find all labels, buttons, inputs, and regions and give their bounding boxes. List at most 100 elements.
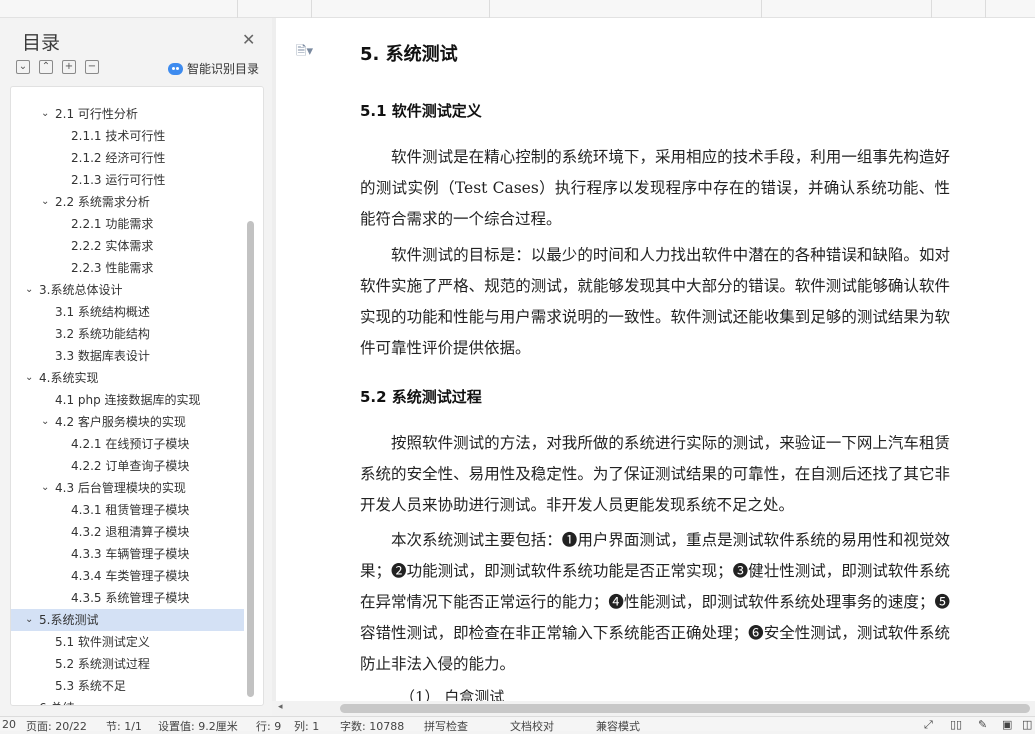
toolbar-segment <box>490 0 762 18</box>
toc-item[interactable]: ⌄ 2.2 系统需求分析 <box>11 191 244 213</box>
toc-item[interactable]: 4.3.4 车类管理子模块 <box>11 565 244 587</box>
subheading: （1） 白盒测试 <box>400 688 505 701</box>
toc-item[interactable]: 4.2.1 在线预订子模块 <box>11 433 244 455</box>
proofread-button[interactable]: 文档校对 <box>510 718 554 734</box>
toc-item-label: 5.2 系统测试过程 <box>55 657 150 671</box>
toc-item-label: 2.1.2 经济可行性 <box>71 151 166 165</box>
expand-all-icon[interactable]: ⌄ <box>16 60 30 74</box>
toc-item-label: 5.1 软件测试定义 <box>55 635 150 649</box>
toc-item[interactable]: 2.1.2 经济可行性 <box>11 147 244 169</box>
toolbar-segment <box>762 0 932 18</box>
toc-item[interactable]: 6.总结 <box>11 697 244 705</box>
heading-section-1: 5.1 软件测试定义 <box>360 102 482 120</box>
toc-item[interactable]: ⌄ 4.系统实现 <box>11 367 244 389</box>
toolbar-segment <box>238 0 312 18</box>
toc-item-label: 2.2.1 功能需求 <box>71 217 154 231</box>
close-icon[interactable]: ✕ <box>242 30 255 49</box>
toc-item-label: 2.1.1 技术可行性 <box>71 129 166 143</box>
chevron-down-icon[interactable]: ⌄ <box>41 477 49 499</box>
chevron-down-icon[interactable]: ⌄ <box>25 279 33 301</box>
page-menu-icon[interactable]: 🗎▾ <box>296 42 313 64</box>
status-item: 20 <box>2 718 16 731</box>
toc-item-label: 6.总结 <box>39 697 74 705</box>
toc-item[interactable]: 4.2.2 订单查询子模块 <box>11 455 244 477</box>
toc-item[interactable]: 4.1 php 连接数据库的实现 <box>11 389 244 411</box>
toc-item-label: 4.2 客户服务模块的实现 <box>55 415 186 429</box>
chevron-down-icon[interactable]: ⌄ <box>41 191 49 213</box>
horizontal-scrollbar[interactable]: ◂ <box>272 701 1035 716</box>
status-words[interactable]: 字数: 10788 <box>340 718 404 734</box>
top-toolbar-strip <box>0 0 1035 18</box>
status-setvalue: 设置值: 9.2厘米 <box>158 720 238 733</box>
toc-item-label: 4.1 php 连接数据库的实现 <box>55 393 201 407</box>
edit-mode-icon[interactable]: ✎ <box>978 718 987 731</box>
toc-item[interactable]: 5.1 软件测试定义 <box>11 631 244 653</box>
reading-mode-icon[interactable]: ▯▯ <box>950 718 962 731</box>
page-view-icon[interactable]: ▣ <box>1002 718 1012 731</box>
toc-item[interactable]: 5.2 系统测试过程 <box>11 653 244 675</box>
toc-item[interactable]: 3.1 系统结构概述 <box>11 301 244 323</box>
status-row: 行: 9 <box>256 720 282 733</box>
scroll-thumb[interactable] <box>340 704 1030 713</box>
status-page[interactable]: 页面: 20/22 <box>26 718 87 734</box>
smart-toc-button[interactable]: 智能识别目录 <box>168 60 259 77</box>
ai-robot-icon <box>168 62 183 75</box>
toc-item[interactable]: 2.1.3 运行可行性 <box>11 169 244 191</box>
toc-item[interactable]: ⌄ 4.3 后台管理模块的实现 <box>11 477 244 499</box>
toc-item[interactable]: 4.3.5 系统管理子模块 <box>11 587 244 609</box>
chevron-down-icon[interactable]: ⌄ <box>25 609 33 631</box>
toc-item[interactable]: ⌄ 5.系统测试 <box>11 609 244 631</box>
collapse-all-icon[interactable]: ⌃ <box>39 60 53 74</box>
toc-item[interactable]: 2.2.2 实体需求 <box>11 235 244 257</box>
toolbar-segment <box>0 0 238 18</box>
toc-item[interactable]: 2.1.1 技术可行性 <box>11 125 244 147</box>
paragraph: 软件测试的目标是：以最少的时间和人力找出软件中潜在的各种错误和缺陷。如对软件实施… <box>360 246 950 357</box>
toc-item-label: 3.3 数据库表设计 <box>55 349 150 363</box>
toc-item[interactable]: ⌄ 4.2 客户服务模块的实现 <box>11 411 244 433</box>
toc-scrollbar[interactable] <box>247 221 254 697</box>
toc-list[interactable]: ⌄ 2.1 可行性分析 2.1.1 技术可行性 2.1.2 经济可行性 2.1.3 运行… <box>10 86 264 706</box>
scroll-left-icon[interactable]: ◂ <box>278 702 283 712</box>
toc-item[interactable]: 4.3.3 车辆管理子模块 <box>11 543 244 565</box>
toc-item-label: 4.3 后台管理模块的实现 <box>55 481 186 495</box>
toc-item-label: 4.3.5 系统管理子模块 <box>71 591 190 605</box>
toc-item-label: 3.系统总体设计 <box>39 283 123 297</box>
toc-item-label: 4.2.1 在线预订子模块 <box>71 437 190 451</box>
spell-check-button[interactable]: 拼写检查 <box>424 718 468 734</box>
paragraph: 按照软件测试的方法，对我所做的系统进行实际的测试，来验证一下网上汽车租赁系统的安… <box>360 434 950 514</box>
web-view-icon[interactable]: ◫ <box>1022 718 1032 731</box>
toc-item-label: 3.1 系统结构概述 <box>55 305 150 319</box>
chevron-down-icon[interactable]: ⌄ <box>25 367 33 389</box>
toc-item[interactable]: 4.3.1 租赁管理子模块 <box>11 499 244 521</box>
toc-item-label: 4.3.4 车类管理子模块 <box>71 569 190 583</box>
paragraph: 本次系统测试主要包括：❶用户界面测试，重点是测试软件系统的易用性和视觉效果；❷功… <box>360 531 950 673</box>
toc-item-label: 4.3.2 退租清算子模块 <box>71 525 190 539</box>
toc-item[interactable]: ⌄ 2.1 可行性分析 <box>11 103 244 125</box>
toc-item-label: 4.系统实现 <box>39 371 99 385</box>
toc-item[interactable]: 2.2.3 性能需求 <box>11 257 244 279</box>
toolbar-segment <box>312 0 490 18</box>
toc-item-label: 4.3.3 车辆管理子模块 <box>71 547 190 561</box>
status-section: 节: 1/1 <box>106 720 142 733</box>
toolbar-segment <box>932 0 986 18</box>
document-area: 🗎▾ 5. 系统测试 5.1 软件测试定义 软件测试是在精心控制的系统环境下，采… <box>272 18 1035 701</box>
fullscreen-icon[interactable]: ⤢ <box>924 718 933 732</box>
document-page[interactable]: 🗎▾ 5. 系统测试 5.1 软件测试定义 软件测试是在精心控制的系统环境下，采… <box>276 18 1035 701</box>
toc-item[interactable]: 3.3 数据库表设计 <box>11 345 244 367</box>
remove-heading-icon[interactable]: − <box>85 60 99 74</box>
toc-item-label: 2.2.2 实体需求 <box>71 239 154 253</box>
toc-item[interactable]: 4.3.2 退租清算子模块 <box>11 521 244 543</box>
add-heading-icon[interactable]: + <box>62 60 76 74</box>
heading-section-2: 5.2 系统测试过程 <box>360 388 482 406</box>
chevron-down-icon[interactable]: ⌄ <box>41 103 49 125</box>
toc-item[interactable]: 3.2 系统功能结构 <box>11 323 244 345</box>
toc-item-label: 2.1.3 运行可行性 <box>71 173 166 187</box>
toc-item[interactable]: 5.3 系统不足 <box>11 675 244 697</box>
toc-item[interactable]: ⌄ 3.系统总体设计 <box>11 279 244 301</box>
smart-toc-label: 智能识别目录 <box>187 62 260 76</box>
chevron-down-icon[interactable]: ⌄ <box>41 411 49 433</box>
toc-item-label: 3.2 系统功能结构 <box>55 327 150 341</box>
toc-item[interactable]: 2.2.1 功能需求 <box>11 213 244 235</box>
heading-chapter: 5. 系统测试 <box>360 44 458 65</box>
toc-item-label: 2.1 可行性分析 <box>55 107 138 121</box>
